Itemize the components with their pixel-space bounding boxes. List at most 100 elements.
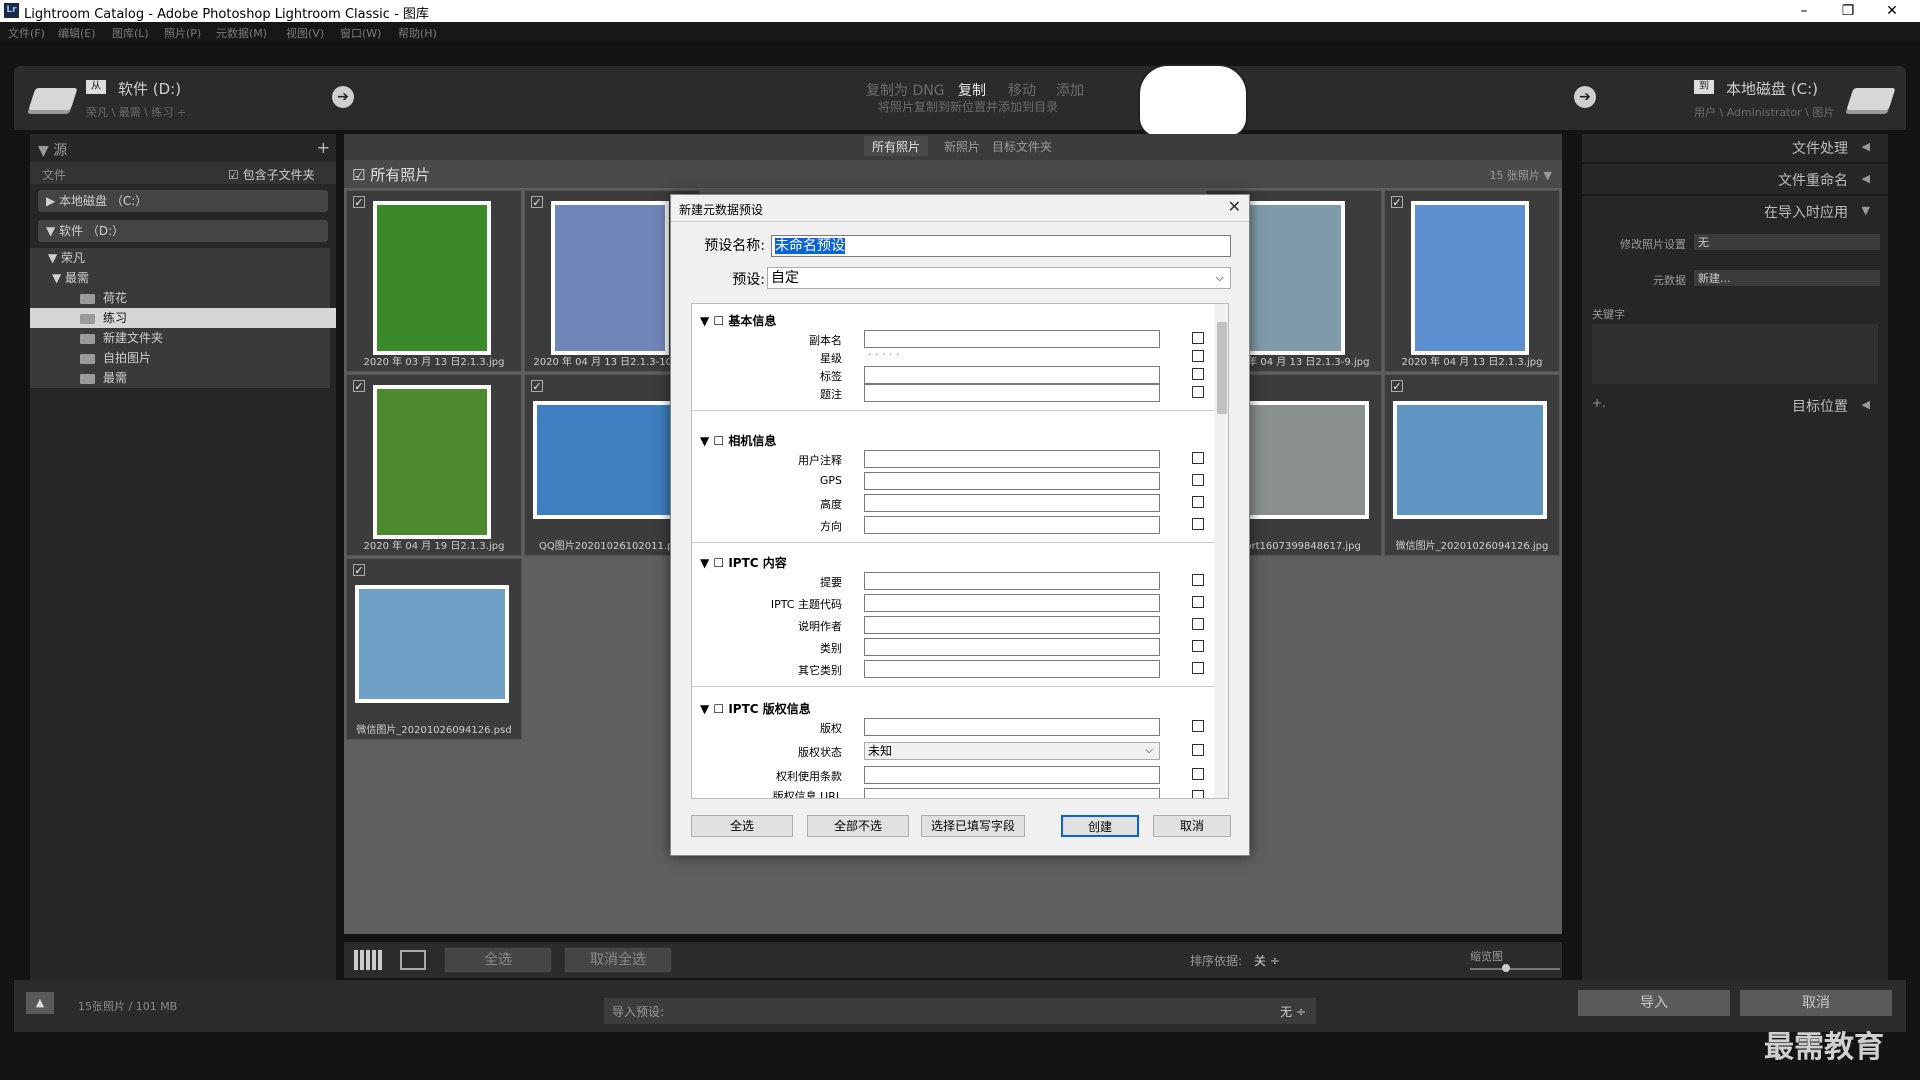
check-icon[interactable]: ✓ <box>531 196 543 208</box>
field-checkbox[interactable] <box>1192 574 1204 586</box>
section-basic-info[interactable]: ▼ ☐ 基本信息 <box>700 312 776 329</box>
dest-drive-selector[interactable]: 本地磁盘 (C:) <box>1726 78 1818 99</box>
file-handling-header[interactable]: 文件处理 <box>1792 138 1848 158</box>
add-source-button[interactable]: + <box>317 138 330 157</box>
include-subfolders-checkbox[interactable]: ☑ 包含子文件夹 <box>228 166 315 183</box>
field-checkbox[interactable] <box>1192 474 1204 486</box>
grid-title[interactable]: ☑ 所有照片 <box>352 164 430 185</box>
dialog-cancel-button[interactable]: 取消 <box>1153 815 1231 837</box>
expand-up-icon[interactable]: ▲ <box>26 992 54 1014</box>
field-checkbox[interactable] <box>1192 790 1204 798</box>
grid-view-icon[interactable] <box>354 950 384 970</box>
photo-thumbnail[interactable] <box>533 401 687 519</box>
mode-move[interactable]: 移动 <box>1008 80 1036 100</box>
photo-thumbnail[interactable] <box>373 201 491 355</box>
field-checkbox[interactable] <box>1192 596 1204 608</box>
other-categories-input[interactable] <box>864 660 1160 678</box>
drive-software-d[interactable]: ▼ 软件 （D:） <box>38 220 328 242</box>
menu-edit[interactable]: 编辑(E) <box>58 25 96 41</box>
section-iptc-content[interactable]: ▼ ☐ IPTC 内容 <box>700 554 787 571</box>
minimize-button[interactable]: – <box>1782 0 1826 22</box>
tree-folder-selfie[interactable]: 自拍图片 <box>30 348 330 368</box>
photo-thumbnail[interactable] <box>1411 201 1529 355</box>
select-all-fields-button[interactable]: 全选 <box>691 815 793 837</box>
photo-cell[interactable]: ✓ 2020 年 04 月 19 日2.1.3.jpg <box>346 374 522 556</box>
field-checkbox[interactable] <box>1192 350 1204 362</box>
cancel-import-button[interactable]: 取消 <box>1740 990 1892 1016</box>
field-checkbox[interactable] <box>1192 662 1204 674</box>
preset-select[interactable]: 自定 ⌵ <box>767 267 1231 289</box>
altitude-input[interactable] <box>864 494 1160 512</box>
file-rename-header[interactable]: 文件重命名 <box>1778 170 1848 190</box>
menu-metadata[interactable]: 元数据(M) <box>216 25 267 41</box>
gps-input[interactable] <box>864 472 1160 490</box>
select-filled-fields-button[interactable]: 选择已填写字段 <box>921 815 1025 837</box>
menu-file[interactable]: 文件(F) <box>8 25 45 41</box>
preset-name-input[interactable]: 未命名预设 <box>771 235 1231 257</box>
photo-thumbnail[interactable] <box>355 585 509 703</box>
add-destination-button[interactable]: +. <box>1592 396 1606 410</box>
create-button[interactable]: 创建 <box>1061 815 1139 837</box>
source-drive-selector[interactable]: 软件 (D:) <box>118 78 181 99</box>
source-panel-header[interactable]: ▼ 源 <box>38 140 67 160</box>
import-button[interactable]: 导入 <box>1578 990 1730 1016</box>
check-icon[interactable]: ✓ <box>1391 196 1403 208</box>
field-checkbox[interactable] <box>1192 618 1204 630</box>
label-input[interactable] <box>864 366 1160 384</box>
subject-code-input[interactable] <box>864 594 1160 612</box>
scrollbar-thumb[interactable] <box>1217 322 1227 414</box>
field-checkbox[interactable] <box>1192 496 1204 508</box>
apply-during-import-header[interactable]: 在导入时应用 <box>1764 202 1848 222</box>
import-preset-bar[interactable]: 导入预设: 无 ÷ <box>604 998 1316 1024</box>
copy-name-input[interactable] <box>864 330 1160 348</box>
menu-window[interactable]: 窗口(W) <box>340 25 381 41</box>
destination-header[interactable]: 目标位置 <box>1792 396 1848 416</box>
collapse-left-icon[interactable]: ◀ <box>1862 140 1870 153</box>
develop-settings-select[interactable]: 无 <box>1694 234 1880 250</box>
check-icon[interactable]: ✓ <box>1391 380 1403 392</box>
section-iptc-copyright[interactable]: ▼ ☐ IPTC 版权信息 <box>700 700 811 717</box>
tab-all-photos[interactable]: 所有照片 <box>864 136 929 156</box>
collapse-left-icon[interactable]: ◀ <box>1862 398 1870 411</box>
menu-library[interactable]: 图库(L) <box>112 25 149 41</box>
photo-thumbnail[interactable] <box>551 201 669 355</box>
thumbnail-size-slider[interactable] <box>1470 968 1560 970</box>
check-icon[interactable]: ✓ <box>531 380 543 392</box>
slider-handle[interactable] <box>1502 964 1510 972</box>
drive-local-c[interactable]: ▶ 本地磁盘 （C:） <box>38 190 328 212</box>
mode-copy[interactable]: 复制 <box>958 80 986 100</box>
field-checkbox[interactable] <box>1192 768 1204 780</box>
tab-destination[interactable]: 目标文件夹 <box>992 138 1052 155</box>
list-scrollbar[interactable] <box>1214 304 1228 798</box>
check-icon[interactable]: ✓ <box>353 380 365 392</box>
field-checkbox[interactable] <box>1192 518 1204 530</box>
photo-cell[interactable]: ✓ 微信图片_20201026094126.jpg <box>1384 374 1560 556</box>
rating-stars[interactable]: · · · · · <box>868 348 899 361</box>
tree-folder-hehua[interactable]: 荷花 <box>30 288 330 308</box>
deselect-all-button[interactable]: 取消全选 <box>564 947 672 973</box>
select-none-button[interactable]: 全部不选 <box>807 815 909 837</box>
tab-new-photos[interactable]: 新照片 <box>944 138 980 155</box>
user-comment-input[interactable] <box>864 450 1160 468</box>
check-icon[interactable]: ✓ <box>353 564 365 576</box>
metadata-select[interactable]: 新建... <box>1694 270 1880 286</box>
photo-thumbnail[interactable] <box>1393 401 1547 519</box>
copyright-status-select[interactable]: 未知 ⌵ <box>864 742 1160 760</box>
dialog-close-button[interactable]: ✕ <box>1228 197 1241 216</box>
field-checkbox[interactable] <box>1192 744 1204 756</box>
mode-add[interactable]: 添加 <box>1056 80 1084 100</box>
category-input[interactable] <box>864 638 1160 656</box>
headline-input[interactable] <box>864 572 1160 590</box>
collapse-left-icon[interactable]: ◀ <box>1862 172 1870 185</box>
copyright-input[interactable] <box>864 718 1160 736</box>
field-checkbox[interactable] <box>1192 452 1204 464</box>
photo-cell[interactable]: ✓ 微信图片_20201026094126.psd <box>346 558 522 740</box>
expand-down-icon[interactable]: ▼ <box>1862 204 1870 217</box>
menu-view[interactable]: 视图(V) <box>286 25 324 41</box>
field-checkbox[interactable] <box>1192 368 1204 380</box>
photo-cell[interactable]: ✓ 2020 年 03 月 13 日2.1.3.jpg <box>346 190 522 372</box>
tree-folder-lianxi[interactable]: 练习 <box>30 308 336 328</box>
photo-thumbnail[interactable] <box>373 385 491 539</box>
description-writer-input[interactable] <box>864 616 1160 634</box>
mode-copy-dng[interactable]: 复制为 DNG <box>866 80 945 100</box>
